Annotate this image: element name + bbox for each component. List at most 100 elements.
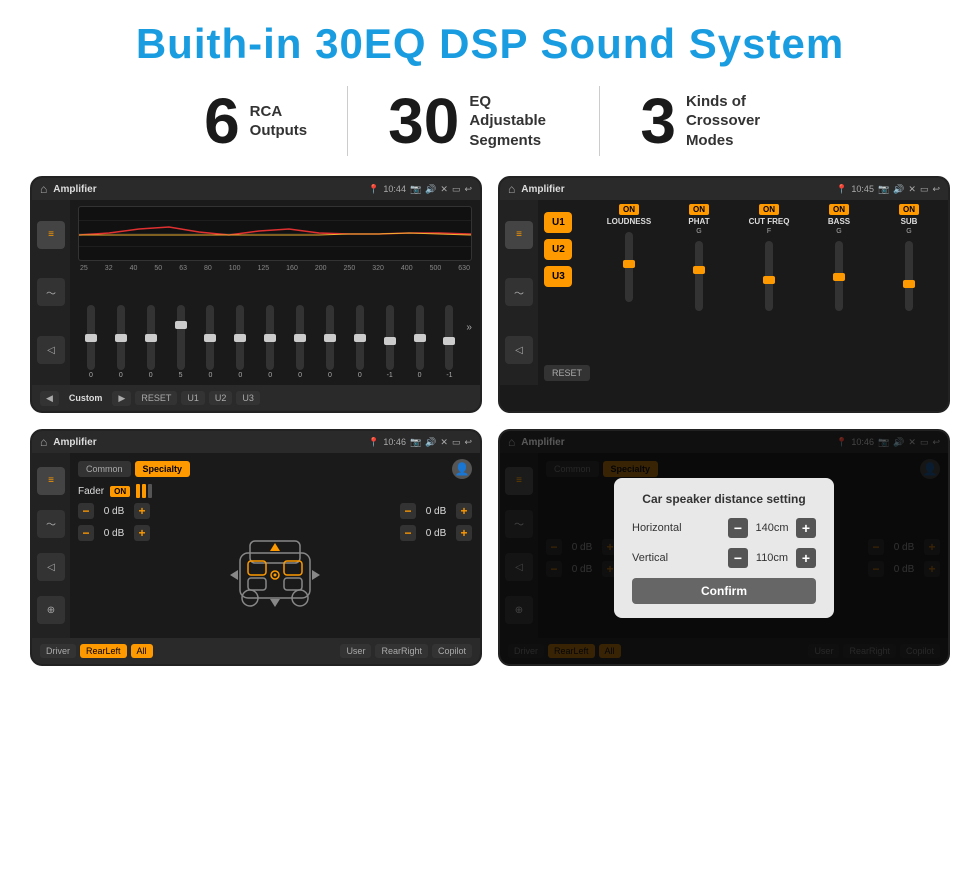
wave-btn-2[interactable]: 〜: [505, 278, 533, 306]
db-plus-3[interactable]: +: [456, 525, 472, 541]
eq-slider-track-8[interactable]: [326, 305, 334, 370]
eq-slider-track-10[interactable]: [386, 305, 394, 370]
specialty-tab[interactable]: Specialty: [135, 461, 191, 477]
eq-slider-track-9[interactable]: [356, 305, 364, 370]
stat-crossover-text: Kinds ofCrossover Modes: [686, 92, 776, 151]
eq-slider-thumb-11[interactable]: [414, 334, 426, 342]
close-icon: ✕: [440, 184, 448, 195]
home-icon[interactable]: ⌂: [40, 182, 47, 196]
eq-reset-btn[interactable]: RESET: [135, 391, 177, 405]
wave-btn[interactable]: 〜: [37, 278, 65, 306]
db-plus-0[interactable]: +: [134, 503, 150, 519]
back-icon-2[interactable]: ↩: [932, 184, 940, 195]
eq-scroll-right[interactable]: »: [466, 322, 472, 333]
eq-slider-thumb-10[interactable]: [384, 337, 396, 345]
eq-slider-track-4[interactable]: [206, 305, 214, 370]
eq-slider-track-0[interactable]: [87, 305, 95, 370]
driver-btn[interactable]: Driver: [40, 644, 76, 658]
loudness-slider[interactable]: [625, 232, 633, 302]
u3-btn[interactable]: U3: [544, 266, 572, 287]
speaker-btn[interactable]: ◁: [37, 336, 65, 364]
eq-slider-thumb-5[interactable]: [234, 334, 246, 342]
eq-slider-track-7[interactable]: [296, 305, 304, 370]
back-icon[interactable]: ↩: [464, 184, 472, 195]
u1-btn[interactable]: U1: [544, 212, 572, 233]
dialog-row-vertical: Vertical − 110cm +: [632, 548, 816, 568]
eq-slider-track-6[interactable]: [266, 305, 274, 370]
stat-eq: 30 EQ AdjustableSegments: [348, 89, 599, 153]
crossover-reset-btn[interactable]: RESET: [544, 365, 590, 381]
u2-btn[interactable]: U2: [544, 239, 572, 260]
eq-slider-thumb-3[interactable]: [175, 321, 187, 329]
home-icon-3[interactable]: ⌂: [40, 435, 47, 449]
eq-slider-track-1[interactable]: [117, 305, 125, 370]
db-row-0: − 0 dB +: [78, 503, 150, 519]
dialog-vertical-minus[interactable]: −: [728, 548, 748, 568]
person-icon-3[interactable]: 👤: [452, 459, 472, 479]
eq-slider-thumb-1[interactable]: [115, 334, 127, 342]
eq-slider-thumb-8[interactable]: [324, 334, 336, 342]
dialog-vertical-plus[interactable]: +: [796, 548, 816, 568]
common-tab[interactable]: Common: [78, 461, 131, 477]
sub-slider[interactable]: [905, 241, 913, 311]
eq-slider-thumb-2[interactable]: [145, 334, 157, 342]
rearright-btn[interactable]: RearRight: [375, 644, 428, 658]
db-minus-1[interactable]: −: [78, 525, 94, 541]
all-btn[interactable]: All: [131, 644, 153, 658]
eq-slider-thumb-12[interactable]: [443, 337, 455, 345]
eq-slider-track-3[interactable]: [177, 305, 185, 370]
speaker-btn-3[interactable]: ◁: [37, 553, 65, 581]
bass-slider[interactable]: [835, 241, 843, 311]
user-btn[interactable]: User: [340, 644, 371, 658]
eq-mode-btn-2[interactable]: ≡: [505, 221, 533, 249]
db-plus-2[interactable]: +: [456, 503, 472, 519]
eq-slider-6: 0: [257, 305, 283, 379]
phat-slider[interactable]: [695, 241, 703, 311]
db-value-1: 0 dB: [98, 528, 130, 539]
eq-slider-track-11[interactable]: [416, 305, 424, 370]
eq-play-btn[interactable]: ▶: [112, 391, 131, 406]
dialog-box: Car speaker distance setting Horizontal …: [614, 478, 834, 618]
screen2-time: 10:45: [851, 184, 874, 194]
bass-thumb[interactable]: [833, 273, 845, 281]
loudness-thumb[interactable]: [623, 260, 635, 268]
copilot-btn[interactable]: Copilot: [432, 644, 472, 658]
eq-mode-btn[interactable]: ≡: [37, 221, 65, 249]
rearleft-btn[interactable]: RearLeft: [80, 644, 127, 658]
eq-slider-track-2[interactable]: [147, 305, 155, 370]
wave-btn-3[interactable]: 〜: [37, 510, 65, 538]
dialog-horizontal-ctrl: − 140cm +: [728, 518, 816, 538]
fader-on-badge[interactable]: ON: [110, 486, 130, 497]
cutfreq-thumb[interactable]: [763, 276, 775, 284]
eq-slider-5: 0: [227, 305, 253, 379]
speaker-btn-2[interactable]: ◁: [505, 336, 533, 364]
cutfreq-slider[interactable]: [765, 241, 773, 311]
dialog-horizontal-plus[interactable]: +: [796, 518, 816, 538]
home-icon-2[interactable]: ⌂: [508, 182, 515, 196]
db-minus-2[interactable]: −: [400, 503, 416, 519]
db-plus-1[interactable]: +: [134, 525, 150, 541]
eq-u2-btn[interactable]: U2: [209, 391, 233, 405]
eq-slider-thumb-9[interactable]: [354, 334, 366, 342]
eq-slider-thumb-7[interactable]: [294, 334, 306, 342]
eq-prev-btn[interactable]: ◀: [40, 391, 59, 406]
db-minus-0[interactable]: −: [78, 503, 94, 519]
eq-slider-thumb-4[interactable]: [204, 334, 216, 342]
eq-slider-thumb-0[interactable]: [85, 334, 97, 342]
eq-slider-track-12[interactable]: [445, 305, 453, 370]
db-controls-left: − 0 dB + − 0 dB +: [78, 503, 150, 632]
sub-thumb[interactable]: [903, 280, 915, 288]
dialog-horizontal-minus[interactable]: −: [728, 518, 748, 538]
confirm-button[interactable]: Confirm: [632, 578, 816, 604]
db-minus-3[interactable]: −: [400, 525, 416, 541]
dialog-horizontal-value: 140cm: [752, 522, 792, 534]
phat-thumb[interactable]: [693, 266, 705, 274]
back-icon-3[interactable]: ↩: [464, 437, 472, 448]
eq-u1-btn[interactable]: U1: [181, 391, 205, 405]
surround-btn-3[interactable]: ⊕: [37, 596, 65, 624]
minimize-icon: ▭: [452, 184, 461, 195]
eq-slider-track-5[interactable]: [236, 305, 244, 370]
eq-u3-btn[interactable]: U3: [236, 391, 260, 405]
eq-slider-thumb-6[interactable]: [264, 334, 276, 342]
eq-mode-btn-3[interactable]: ≡: [37, 467, 65, 495]
